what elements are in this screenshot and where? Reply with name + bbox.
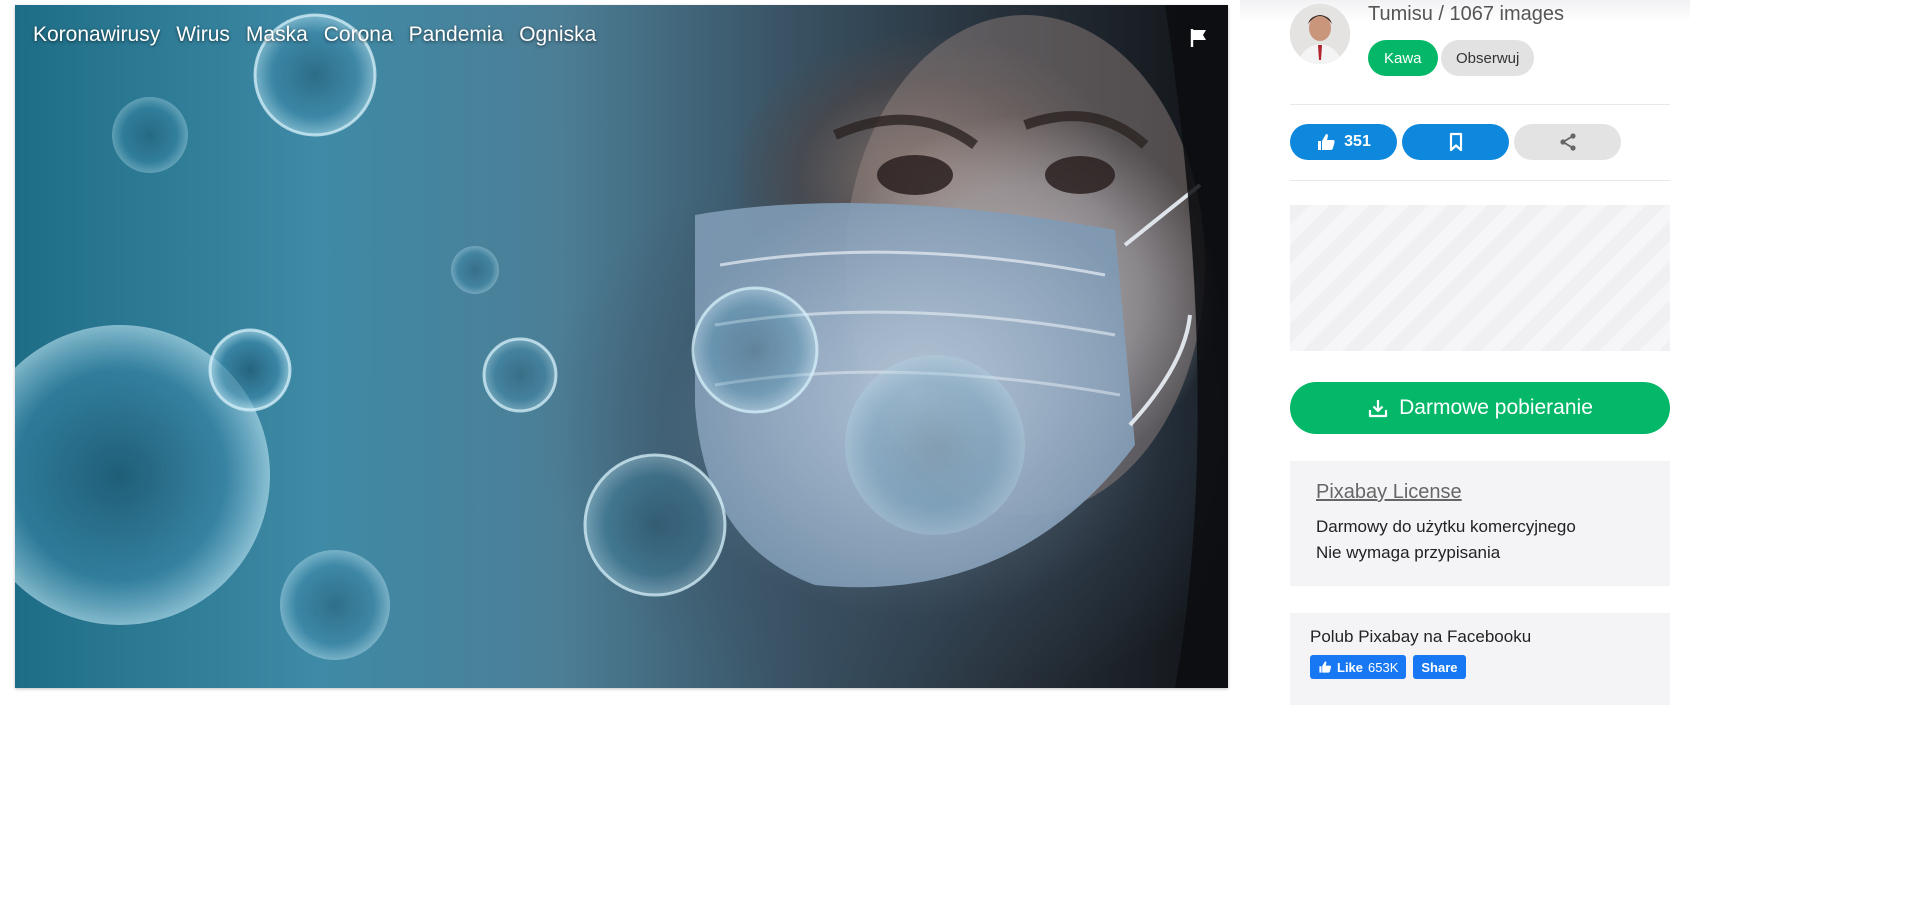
tag-list: Koronawirusy Wirus Maska Corona Pandemia…: [33, 23, 596, 47]
license-panel: Pixabay License Darmowy do użytku komerc…: [1290, 461, 1670, 586]
facebook-panel: Polub Pixabay na Facebooku Like 653K Sha…: [1290, 613, 1670, 705]
follow-button[interactable]: Obserwuj: [1441, 40, 1535, 76]
free-download-button[interactable]: Darmowe pobieranie: [1290, 382, 1670, 434]
download-label: Darmowe pobieranie: [1399, 396, 1593, 419]
author-separator: /: [1432, 3, 1450, 25]
page: Koronawirusy Wirus Maska Corona Pandemia…: [0, 0, 1914, 903]
author-image-count[interactable]: 1067 images: [1450, 3, 1565, 25]
facebook-title: Polub Pixabay na Facebooku: [1310, 627, 1532, 646]
like-count: 351: [1344, 133, 1371, 150]
avatar[interactable]: [1290, 4, 1350, 64]
facebook-buttons: Like 653K Share: [1310, 655, 1650, 679]
flag-icon[interactable]: [1188, 27, 1210, 49]
license-link[interactable]: Pixabay License: [1316, 481, 1462, 504]
author-name-link[interactable]: Tumisu: [1368, 3, 1433, 25]
facebook-share-button[interactable]: Share: [1413, 655, 1466, 679]
share-icon: [1559, 133, 1576, 151]
sidebar: Tumisu / 1067 images Kawa Obserwuj 351 D…: [1290, 0, 1670, 705]
tag-link[interactable]: Ogniska: [519, 23, 596, 47]
coffee-button[interactable]: Kawa: [1368, 40, 1438, 76]
save-button[interactable]: [1402, 124, 1509, 160]
virus-illustration: [15, 5, 1228, 688]
tag-link[interactable]: Corona: [324, 23, 393, 47]
like-button[interactable]: 351: [1290, 124, 1397, 160]
license-commercial-text: Darmowy do użytku komercyjnego: [1316, 517, 1576, 536]
download-icon: [1369, 400, 1388, 418]
facebook-like-count: 653K: [1368, 659, 1399, 675]
action-bar: 351: [1290, 105, 1670, 181]
tag-link[interactable]: Pandemia: [409, 23, 504, 47]
main-photo[interactable]: Koronawirusy Wirus Maska Corona Pandemia…: [15, 5, 1228, 688]
license-attribution-text: Nie wymaga przypisania: [1316, 543, 1501, 562]
thumbs-up-icon: [1319, 661, 1332, 673]
ad-placeholder: [1290, 205, 1670, 351]
tag-link[interactable]: Koronawirusy: [33, 23, 160, 47]
author-info: Tumisu / 1067 images: [1368, 3, 1564, 26]
thumbs-up-icon: [1318, 134, 1335, 150]
tag-link[interactable]: Wirus: [176, 23, 230, 47]
share-button[interactable]: [1514, 124, 1621, 160]
tag-link[interactable]: Maska: [246, 23, 308, 47]
bookmark-icon: [1449, 132, 1462, 152]
facebook-like-label: Like: [1337, 659, 1364, 675]
facebook-like-button[interactable]: Like 653K: [1310, 655, 1407, 679]
author-panel: Tumisu / 1067 images Kawa Obserwuj: [1290, 0, 1670, 105]
